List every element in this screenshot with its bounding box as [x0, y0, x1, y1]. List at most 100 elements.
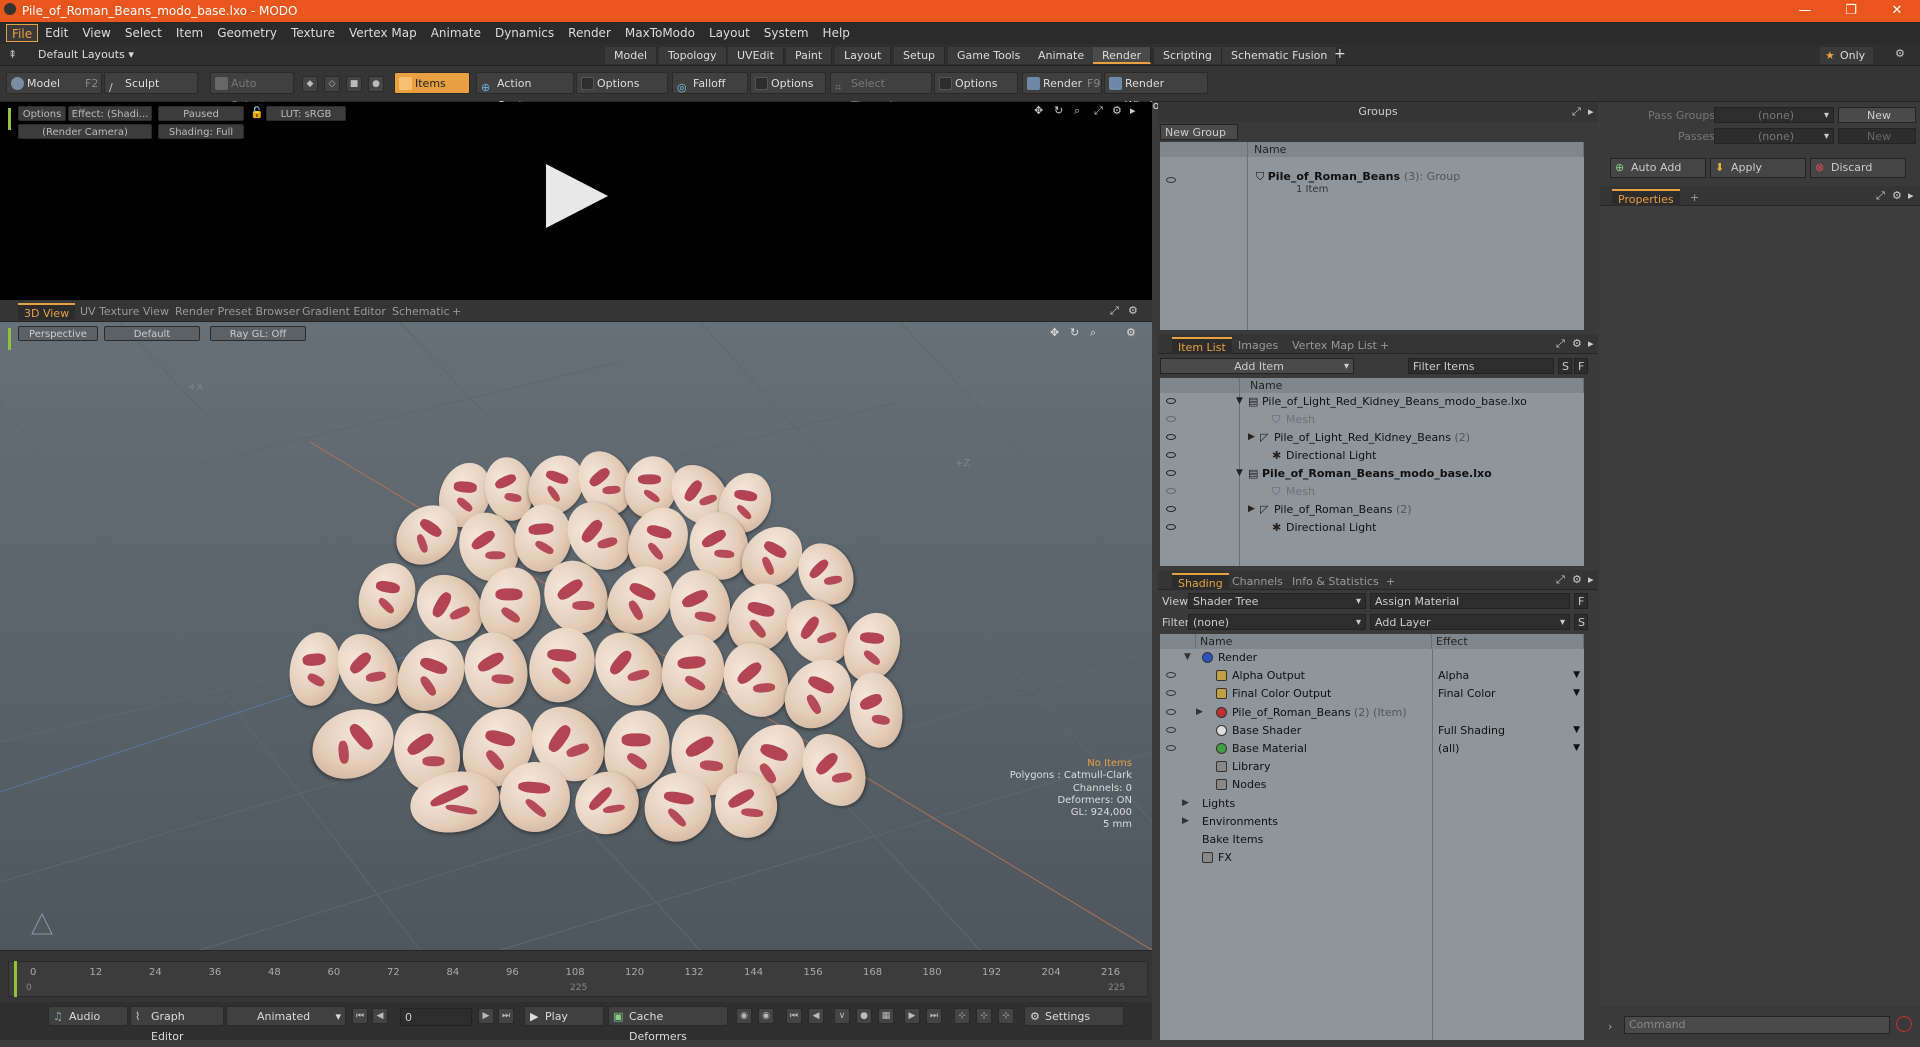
gear-icon[interactable]: ⚙ — [1126, 326, 1136, 339]
menu-render[interactable]: Render — [561, 24, 618, 42]
item-list-row[interactable]: ⛉ Mesh — [1160, 484, 1584, 499]
expand-arrow-icon[interactable]: ▶ — [1196, 705, 1203, 720]
prev-frame-icon[interactable]: ◀ — [372, 1008, 388, 1024]
perspective-dropdown[interactable]: Perspective — [18, 326, 98, 341]
eye-icon[interactable] — [1166, 434, 1176, 440]
shader-tree-row[interactable]: Final Color Output Final Color ▼ — [1160, 686, 1584, 701]
restore-button[interactable]: ❐ — [1828, 0, 1874, 22]
passes-dropdown[interactable]: (none) — [1714, 128, 1834, 145]
filter-f-button[interactable]: F — [1574, 358, 1588, 374]
tab-render-preset-browser[interactable]: Render Preset Browser — [169, 303, 306, 320]
effect-dropdown[interactable]: Final Color ▼ — [1438, 686, 1580, 701]
prev-key-icon[interactable]: ⏮ — [786, 1008, 802, 1024]
eye-icon[interactable] — [1166, 672, 1176, 679]
panel-arrow-icon[interactable]: ▸ — [1588, 105, 1594, 118]
shader-tree[interactable]: Name Effect ▼ Render Alpha Output Alpha ▼ Fin… — [1160, 634, 1584, 1040]
key-icon[interactable]: ◉ — [736, 1008, 752, 1024]
shader-tree-row[interactable]: ▶ Environments — [1160, 814, 1584, 829]
tab-scripting[interactable]: Scripting — [1154, 47, 1222, 64]
roman-beans-model[interactable] — [283, 442, 1000, 853]
item-list-row[interactable]: ▶ ◸ Pile_of_Light_Red_Kidney_Beans (2) — [1160, 430, 1584, 445]
shading-dropdown[interactable]: Shading: Full — [158, 124, 244, 139]
tab-item-list[interactable]: Item List — [1172, 337, 1232, 354]
expand-icon[interactable]: ⤢ — [1876, 189, 1885, 203]
tab-paint[interactable]: Paint — [786, 47, 833, 64]
effect-dropdown[interactable]: Full Shading ▼ — [1438, 723, 1580, 738]
link-icon[interactable]: ⊹ — [998, 1008, 1014, 1024]
menu-view[interactable]: View — [75, 24, 117, 42]
assign-material-button[interactable]: Assign Material — [1370, 593, 1570, 609]
tab-game-tools[interactable]: Game Tools — [948, 47, 1031, 64]
animated-dropdown[interactable]: Animated ▾ — [226, 1006, 346, 1026]
auto-select-button[interactable]: Auto Select — [210, 72, 294, 112]
expand-icon[interactable]: ⤢ — [1556, 573, 1565, 587]
gear-icon[interactable]: ⚙ — [1892, 189, 1902, 202]
discard-button[interactable]: ⊗ Discard — [1810, 158, 1906, 178]
item-list-row[interactable]: ▼ ▤ Pile_of_Roman_Beans_modo_base.lxo — [1160, 466, 1584, 481]
layout-arrows-icon[interactable]: ⇞ — [8, 48, 17, 61]
eye-icon[interactable] — [1166, 726, 1176, 733]
key-all-icon[interactable]: ◉ — [758, 1008, 774, 1024]
shader-tree-row[interactable]: Base Shader Full Shading ▼ — [1160, 723, 1584, 738]
lock-icon[interactable]: 🔓 — [250, 106, 264, 119]
next-key-icon[interactable]: ▶ — [904, 1008, 920, 1024]
raygl-dropdown[interactable]: Ray GL: Off — [210, 326, 306, 341]
expand-arrow-icon[interactable]: ▶ — [1248, 430, 1255, 445]
add-tab-icon[interactable]: + — [1374, 337, 1395, 354]
default-layouts-dropdown[interactable]: Default Layouts ▾ — [38, 48, 134, 61]
expand-arrow-icon[interactable]: ▶ — [1248, 502, 1255, 517]
group-item-name[interactable]: ⛉ Pile_of_Roman_Beans (3): Group — [1256, 170, 1460, 184]
add-tab-icon[interactable]: + — [1334, 46, 1346, 62]
pass-groups-dropdown[interactable]: (none) — [1714, 107, 1834, 124]
tab-uv-texture-view[interactable]: UV Texture View — [74, 303, 175, 320]
tab-uvedit[interactable]: UVEdit — [728, 47, 784, 64]
shading-s-button[interactable]: S — [1574, 614, 1588, 630]
gear-icon[interactable]: ⚙ — [1572, 337, 1582, 350]
menu-vertex-map[interactable]: Vertex Map — [342, 24, 424, 42]
filter-items-input[interactable]: Filter Items — [1408, 358, 1554, 374]
eye-icon[interactable] — [1166, 524, 1176, 530]
menu-edit[interactable]: Edit — [38, 24, 75, 42]
zoom-icon[interactable]: ⌕ — [1074, 104, 1080, 118]
vertices-mode-icon[interactable]: ◆ — [302, 76, 318, 92]
tab-model[interactable]: Model — [605, 47, 658, 64]
add-item-dropdown[interactable]: Add Item — [1160, 358, 1354, 375]
menu-system[interactable]: System — [757, 24, 816, 42]
tab-shading[interactable]: Shading — [1172, 573, 1229, 590]
groups-list[interactable]: Name ⛉ Pile_of_Roman_Beans (3): Group 1 … — [1160, 142, 1584, 330]
shading-f-button[interactable]: F — [1574, 593, 1588, 609]
play-icon[interactable] — [544, 162, 610, 230]
paused-toggle[interactable]: Paused — [158, 106, 244, 121]
auto-add-button[interactable]: ⊕ Auto Add — [1610, 158, 1706, 178]
settings-button[interactable]: ⚙ Settings — [1024, 1006, 1124, 1026]
eye-icon[interactable] — [1166, 177, 1176, 183]
panel-arrow-icon[interactable]: ▸ — [1908, 189, 1914, 202]
eye-icon[interactable] — [1166, 506, 1176, 512]
expand-icon[interactable]: ⤢ — [1110, 304, 1119, 318]
shader-tree-row[interactable]: ▼ Render — [1160, 650, 1584, 665]
frame-input[interactable]: 0 — [400, 1008, 472, 1026]
render-button[interactable]: Render F9 — [1022, 72, 1102, 94]
materials-mode-icon[interactable]: ● — [368, 76, 384, 92]
menu-dynamics[interactable]: Dynamics — [488, 24, 561, 42]
play-button[interactable]: ▶ Play — [524, 1006, 604, 1026]
shader-tree-row[interactable]: FX — [1160, 850, 1584, 865]
close-button[interactable]: ✕ — [1874, 0, 1920, 22]
tab-channels[interactable]: Channels — [1226, 573, 1289, 590]
menu-texture[interactable]: Texture — [284, 24, 342, 42]
item-list-row[interactable]: ▼ ▤ Pile_of_Light_Red_Kidney_Beans_modo_ba… — [1160, 394, 1584, 409]
shader-tree-row[interactable]: Bake Items — [1160, 832, 1584, 847]
item-list-row[interactable]: ⛉ Mesh — [1160, 412, 1584, 427]
select-through-button[interactable]: ⌗Select Through — [830, 72, 932, 112]
tab-setup[interactable]: Setup — [894, 47, 946, 64]
eye-icon[interactable] — [1166, 488, 1176, 494]
render-window-button[interactable]: Render Window — [1104, 72, 1208, 112]
panel-arrow-icon[interactable]: ▸ — [1588, 337, 1594, 350]
eye-icon[interactable] — [1166, 416, 1176, 422]
move-icon[interactable]: ✥ — [1050, 326, 1059, 339]
rotate-icon[interactable]: ↻ — [1070, 326, 1079, 339]
zoom-icon[interactable]: ⌕ — [1090, 326, 1096, 340]
effect-dropdown[interactable]: Alpha ▼ — [1438, 668, 1580, 683]
shader-tree-row[interactable]: Base Material (all) ▼ — [1160, 741, 1584, 756]
tab-gradient-editor[interactable]: Gradient Editor — [296, 303, 392, 320]
